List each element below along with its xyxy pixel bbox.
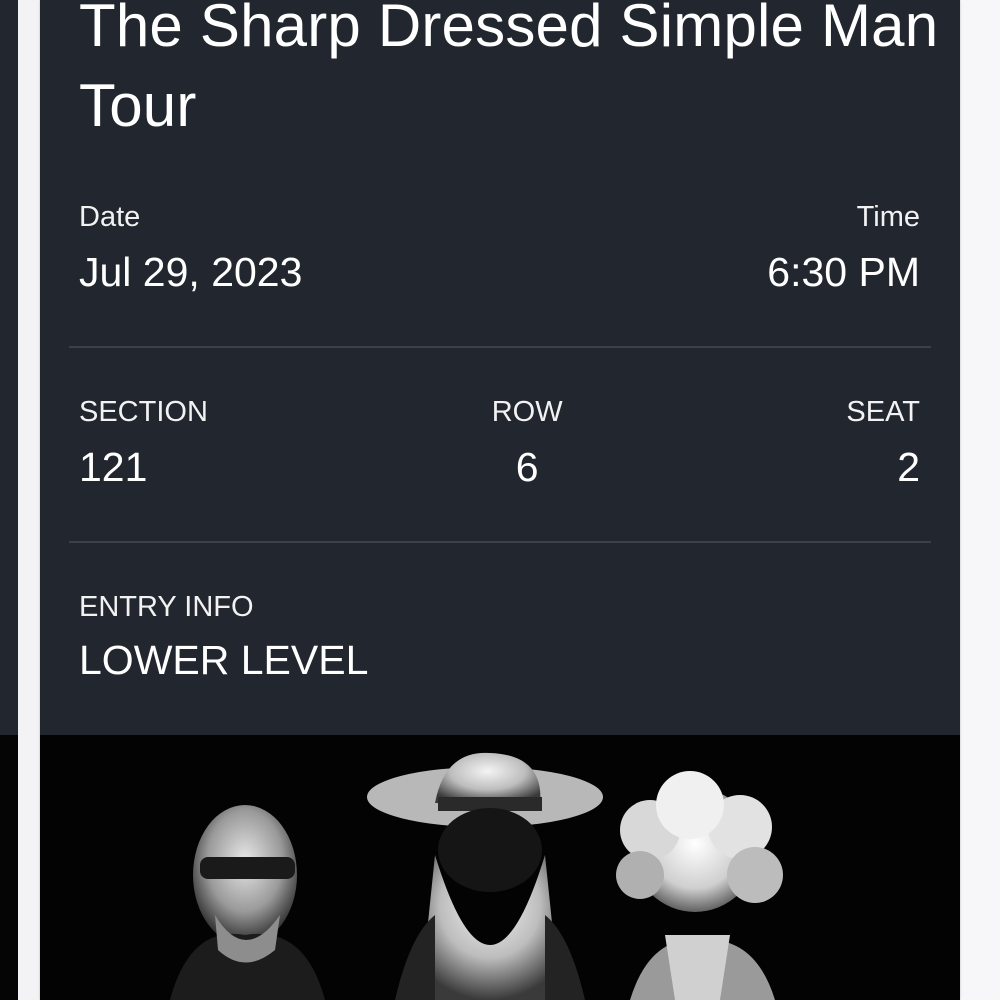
section-block: SECTION 121 <box>79 395 208 491</box>
date-label: Date <box>79 201 141 233</box>
row-label: ROW <box>491 396 563 428</box>
time-block: Time 6:30 PM <box>767 200 920 296</box>
event-title: The Sharp Dressed Simple Man Tour <box>79 0 939 139</box>
section-label: SECTION <box>79 396 208 428</box>
row-value: 6 <box>515 444 539 490</box>
previous-ticket-photo <box>0 735 18 1000</box>
seat-label: SEAT <box>846 396 920 428</box>
divider <box>69 346 931 348</box>
date-value: Jul 29, 2023 <box>79 249 303 295</box>
date-block: Date Jul 29, 2023 <box>79 200 302 296</box>
ticket-card[interactable]: The Sharp Dressed Simple Man Tour Date J… <box>40 0 960 1000</box>
time-value: 6:30 PM <box>767 249 920 295</box>
entry-info-label: ENTRY INFO <box>79 591 254 623</box>
entry-info-value: LOWER LEVEL <box>79 637 369 683</box>
seat-value: 2 <box>897 444 920 490</box>
artist-photo <box>40 735 960 1000</box>
previous-ticket-card[interactable] <box>0 0 18 735</box>
entry-info-block: ENTRY INFO LOWER LEVEL <box>79 590 368 684</box>
seat-block: SEAT 2 <box>846 395 920 491</box>
ticket-carousel[interactable]: The Sharp Dressed Simple Man Tour Date J… <box>0 0 1000 1000</box>
row-block: ROW 6 <box>492 395 563 491</box>
carousel-background <box>960 0 1000 1000</box>
seating-row: SECTION 121 ROW 6 SEAT 2 <box>79 395 920 491</box>
time-label: Time <box>856 201 920 233</box>
section-value: 121 <box>79 444 148 490</box>
date-time-row: Date Jul 29, 2023 Time 6:30 PM <box>79 200 920 296</box>
artist-photo-illustration <box>40 735 960 1000</box>
entry-info-row: ENTRY INFO LOWER LEVEL <box>79 590 920 684</box>
divider <box>69 541 931 543</box>
